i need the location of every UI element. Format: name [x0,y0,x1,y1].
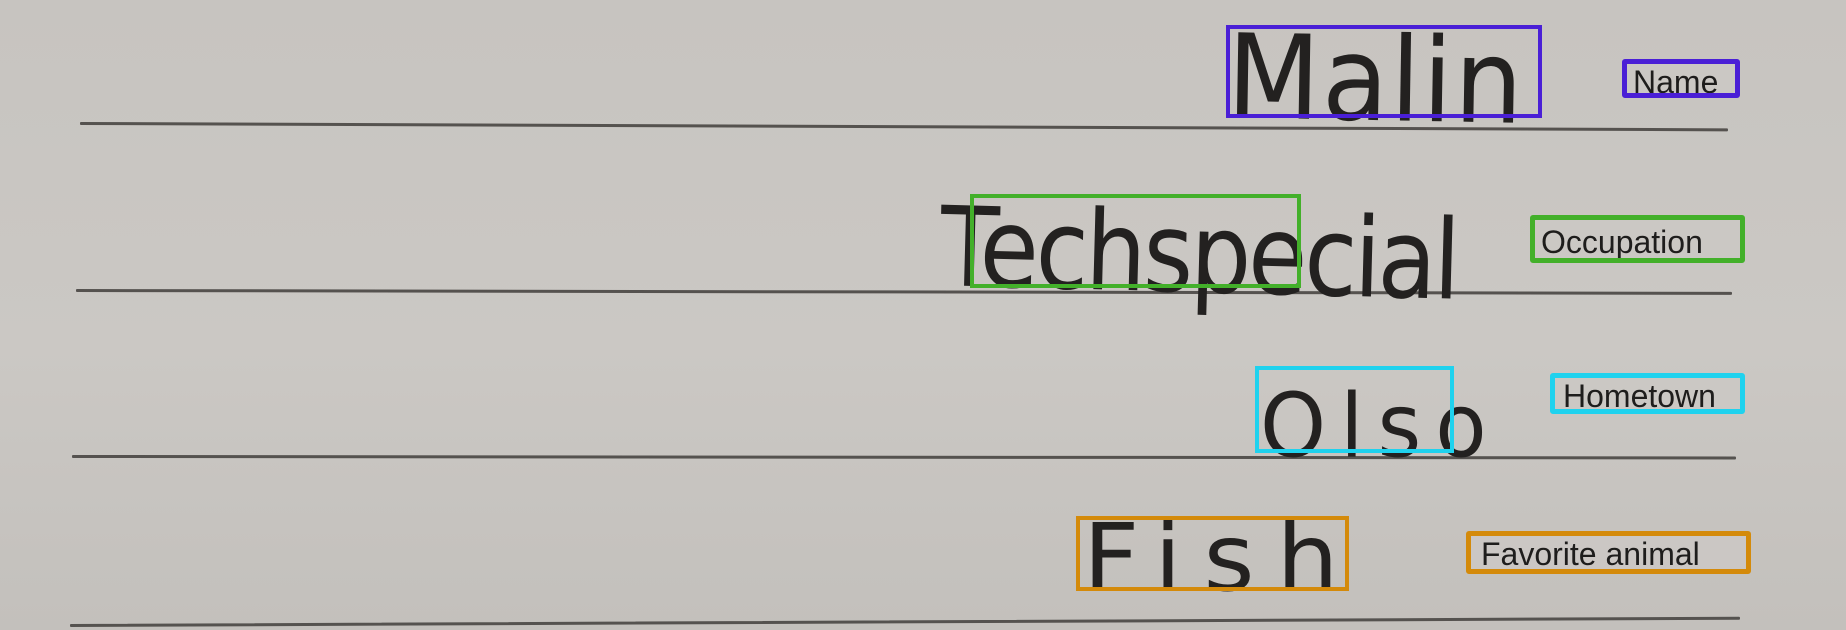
ruled-line [69,616,1740,627]
hometown-highlight-box [1255,366,1454,453]
paper-sheet: Malin Name Techspecial Occupation Olso H… [0,0,1846,630]
occupation-highlight-box [970,194,1301,288]
occupation-label: Occupation [1530,215,1745,263]
favorite-animal-highlight-box [1076,516,1349,591]
name-label: Name [1622,59,1740,98]
ruled-line [75,289,1733,295]
name-highlight-box [1226,25,1542,118]
hometown-label: Hometown [1550,373,1745,414]
favorite-animal-label: Favorite animal [1466,531,1751,574]
